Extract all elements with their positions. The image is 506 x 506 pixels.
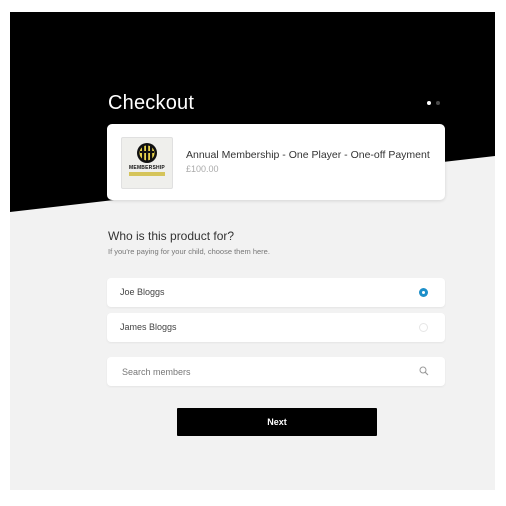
search-input[interactable] [120,364,404,380]
product-name: Annual Membership - One Player - One-off… [186,149,430,161]
member-option-label: Joe Bloggs [120,287,165,297]
step-dot-inactive [436,101,440,105]
checkout-screen: Checkout MEMBERSHIP Annual Membership - … [10,12,495,490]
club-crest-icon [137,143,157,163]
radio-unselected[interactable] [419,323,428,332]
product-card: MEMBERSHIP Annual Membership - One Playe… [107,124,445,200]
search-icon[interactable] [419,366,429,376]
thumbnail-label: MEMBERSHIP [129,165,165,171]
step-dot-active [427,101,431,105]
member-option-label: James Bloggs [120,322,177,332]
selection-question: Who is this product for? [108,229,235,243]
product-price: £100.00 [186,164,219,174]
next-button[interactable]: Next [177,408,377,436]
page-title: Checkout [108,92,195,114]
member-option-james-bloggs[interactable]: James Bloggs [107,313,445,342]
thumbnail-ribbon [129,172,165,176]
step-indicator [427,101,440,105]
member-search[interactable] [107,357,445,386]
product-thumbnail: MEMBERSHIP [121,137,173,189]
radio-selected[interactable] [419,288,428,297]
member-option-joe-bloggs[interactable]: Joe Bloggs [107,278,445,307]
selection-hint: If you're paying for your child, choose … [108,247,270,256]
